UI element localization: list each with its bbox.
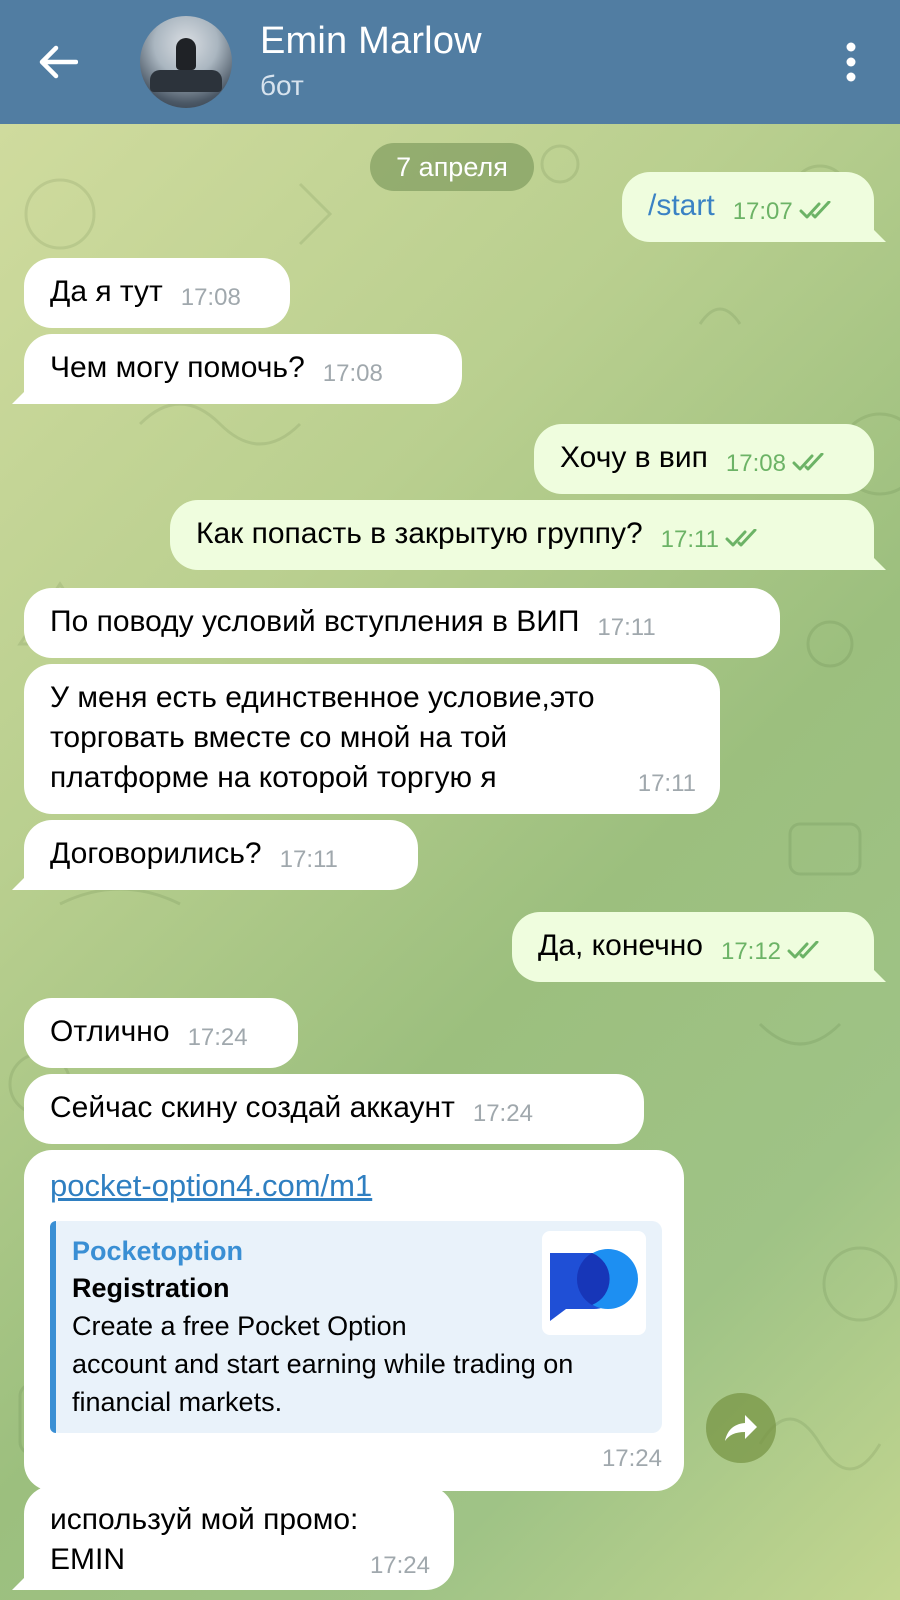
message-text: По поводу условий вступления в ВИП [50,605,580,638]
share-button[interactable] [706,1393,776,1463]
message-incoming[interactable]: Да я тут 17:08 [24,258,290,328]
message-text-line: используй мой промо: [50,1503,359,1536]
message-text: Хочу в вип [560,441,708,474]
message-time: 17:11 [279,846,338,873]
message-text: Сейчас скину создай аккаунт [50,1091,455,1124]
message-time: 17:12 [721,932,823,972]
double-check-icon [799,200,831,219]
more-menu-button[interactable] [826,36,876,88]
arrow-left-icon [39,45,78,79]
preview-description-line: account and start earning while trading … [72,1349,574,1379]
message-time: 17:11 [637,770,696,797]
message-text-line: У меня есть единственное условие,это [50,681,595,714]
message-incoming[interactable]: используй мой промо: EMIN 17:24 [24,1486,454,1590]
message-text: Отлично [50,1015,170,1048]
double-check-icon [725,528,757,547]
pocket-option-logo-icon[interactable] [542,1231,646,1335]
message-incoming[interactable]: Договорились? 17:11 [24,820,418,890]
message-outgoing[interactable]: Да, конечно 17:12 [512,912,874,982]
preview-description-line: financial markets. [72,1387,283,1417]
message-text-line: EMIN [50,1543,125,1576]
chat-subtitle: бот [260,70,304,101]
bot-command-link[interactable]: /start [648,186,715,226]
double-check-icon [787,940,819,959]
date-separator: 7 апреля [370,143,534,191]
avatar[interactable] [140,16,232,108]
message-incoming[interactable]: У меня есть единственное условие,это тор… [24,664,720,814]
message-time: 17:08 [322,360,383,387]
chat-title[interactable]: Emin Marlow [260,20,482,63]
more-vertical-icon [846,42,856,82]
message-time: 17:08 [180,284,241,311]
message-incoming[interactable]: Отлично 17:24 [24,998,298,1068]
link-preview-card[interactable]: Pocketoption Registration Create a free … [50,1221,662,1433]
message-outgoing[interactable]: Как попасть в закрытую группу? 17:11 [170,500,874,570]
avatar-car-shape [150,70,222,92]
message-text: Чем могу помочь? [50,351,305,384]
message-time: 17:07 [733,192,835,232]
message-text: Да я тут [50,275,163,308]
message-text-line: торговать вместе со мной на той [50,721,508,754]
back-button[interactable] [28,36,88,88]
share-forward-icon [725,1415,757,1441]
message-text: Да, конечно [538,929,703,962]
message-incoming-link[interactable]: pocket-option4.com/m1 Pocketoption Regis… [24,1150,684,1491]
message-link[interactable]: pocket-option4.com/m1 [50,1168,372,1203]
message-time: 17:24 [187,1024,248,1051]
message-time: 17:11 [597,614,656,641]
double-check-icon [792,452,824,471]
chat-header: Emin Marlow бот [0,0,900,124]
message-incoming[interactable]: Чем могу помочь? 17:08 [24,334,462,404]
message-time: 17:24 [601,1445,662,1472]
message-time: 17:11 [661,520,761,560]
message-time: 17:24 [472,1100,533,1127]
message-incoming[interactable]: По поводу условий вступления в ВИП 17:11 [24,588,780,658]
message-outgoing[interactable]: /start 17:07 [622,172,874,242]
message-time: 17:24 [369,1552,430,1579]
message-text: Как попасть в закрытую группу? [196,517,643,550]
message-outgoing[interactable]: Хочу в вип 17:08 [534,424,874,494]
preview-accent-bar [50,1221,56,1433]
avatar-person-shape [176,38,196,70]
message-incoming[interactable]: Сейчас скину создай аккаунт 17:24 [24,1074,644,1144]
message-text: Договорились? [50,837,262,870]
message-time: 17:08 [726,444,828,484]
message-text-line: платформе на которой торгую я [50,761,497,794]
